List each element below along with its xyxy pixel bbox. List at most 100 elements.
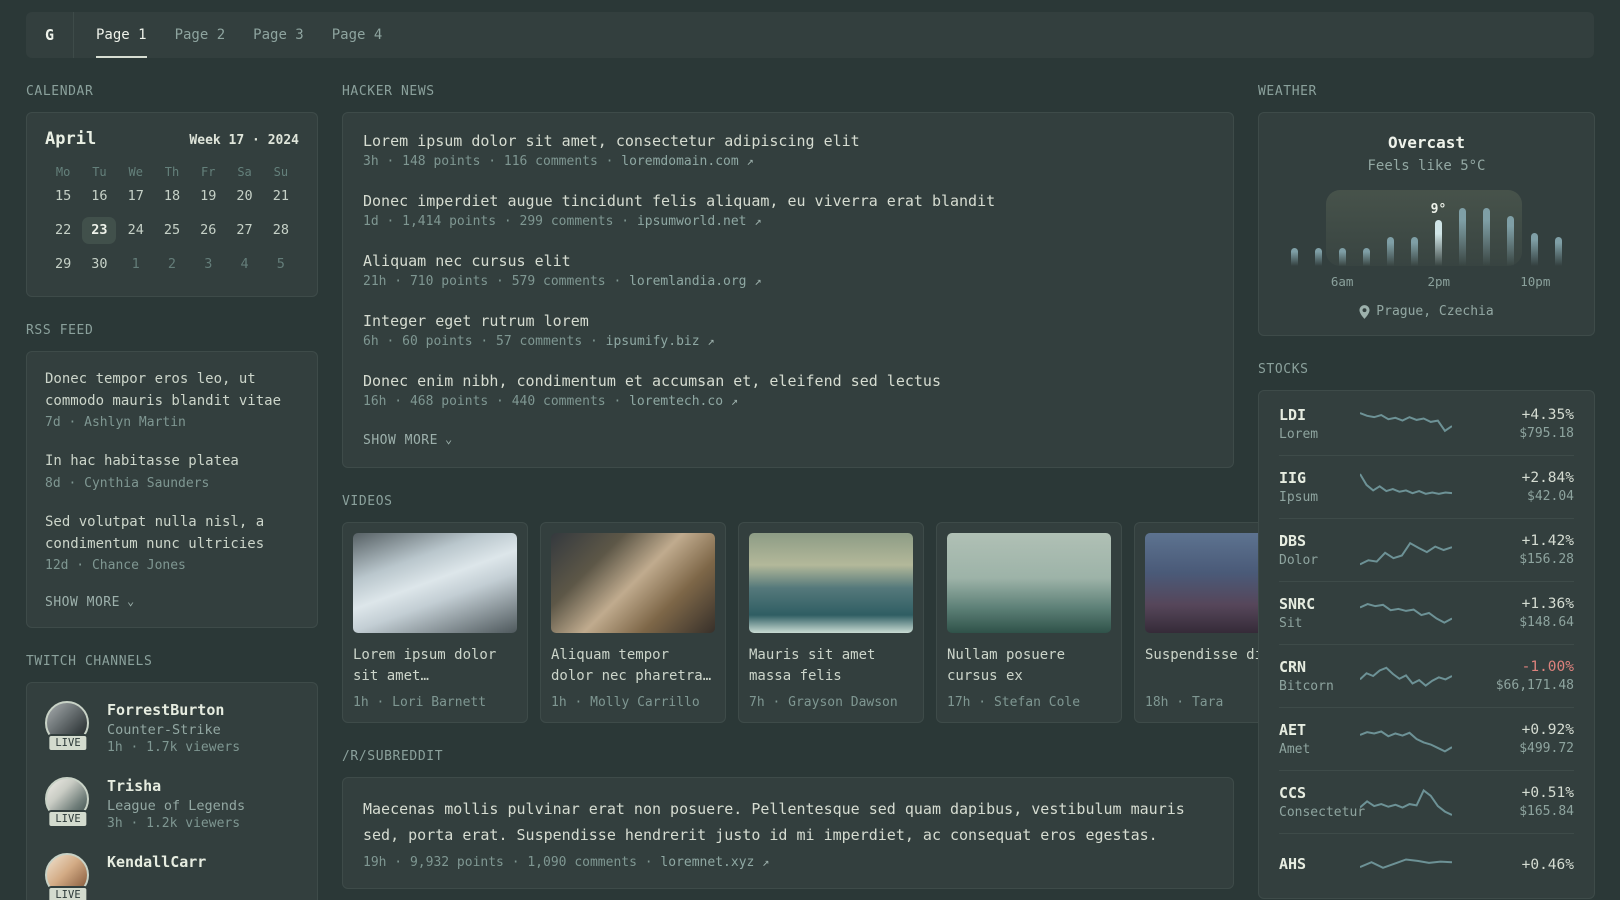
stock-price: $156.28 <box>1519 552 1574 567</box>
app-logo[interactable]: G <box>26 12 74 58</box>
video-title[interactable]: Nullam posuere cursus ex <box>947 645 1111 687</box>
calendar-day: 21 <box>272 188 289 204</box>
stock-change: +1.42% <box>1521 533 1574 549</box>
video-card[interactable]: Lorem ipsum dolor sit amet consectetu… 1… <box>342 522 528 723</box>
video-thumbnail[interactable] <box>749 533 913 633</box>
stock-name: Bitcorn <box>1279 679 1334 694</box>
hackernews-section-header: HACKER NEWS <box>342 84 435 99</box>
hackernews-item: Integer eget rutrum lorem 6h · 60 points… <box>363 312 1213 349</box>
hackernews-item-meta: 16h · 468 points · 440 comments · loremt… <box>363 394 739 409</box>
stock-row[interactable]: DBS Dolor +1.42% $156.28 <box>1279 518 1574 581</box>
stock-row[interactable]: AHS +0.46% <box>1279 833 1574 896</box>
video-card[interactable]: Suspendisse diam 18h · Tara <box>1134 522 1258 723</box>
calendar-day: 28 <box>272 222 289 238</box>
hackernews-item-title[interactable]: Aliquam nec cursus elit <box>363 252 1213 270</box>
live-badge: LIVE <box>47 734 89 753</box>
calendar-day: 27 <box>236 222 253 238</box>
hackernews-item-domain[interactable]: ipsumify.biz <box>606 334 700 349</box>
twitch-channel-game[interactable]: League of Legends <box>107 798 245 814</box>
rss-item-title[interactable]: Sed volutpat nulla nisl, a condimentum n… <box>45 512 299 555</box>
stock-change: +0.51% <box>1521 785 1574 801</box>
subreddit-post-title[interactable]: Maecenas mollis pulvinar erat non posuer… <box>363 796 1213 849</box>
video-title[interactable]: Lorem ipsum dolor sit amet consectetu… <box>353 645 517 687</box>
calendar-dow-row: Mo Tu We Th Fr Sa Su <box>45 165 299 183</box>
weather-hour-bar <box>1386 237 1394 266</box>
external-link-icon: ↗ <box>754 214 762 228</box>
twitch-channel-name[interactable]: ForrestBurton <box>107 701 240 719</box>
videos-section-header: VIDEOS <box>342 494 393 509</box>
weather-hourly-chart: 9° 6am 2pm 10pm <box>1290 190 1563 290</box>
video-card[interactable]: Mauris sit amet massa felis 7h · Grayson… <box>738 522 924 723</box>
stock-row[interactable]: SNRC Sit +1.36% $148.64 <box>1279 581 1574 644</box>
stock-row[interactable]: CCS Consectetur +0.51% $165.84 <box>1279 770 1574 833</box>
calendar-dow: Th <box>164 165 180 179</box>
twitch-channel-row[interactable]: LIVE Trisha League of Legends 3h · 1.2k … <box>45 777 299 831</box>
video-title[interactable]: Aliquam tempor dolor nec pharetra… <box>551 645 715 687</box>
stock-symbol[interactable]: IIG <box>1279 469 1350 487</box>
hackernews-item-title[interactable]: Donec imperdiet augue tincidunt felis al… <box>363 192 1213 210</box>
video-thumbnail[interactable] <box>353 533 517 633</box>
hackernews-item-title[interactable]: Lorem ipsum dolor sit amet, consectetur … <box>363 132 1213 150</box>
hackernews-show-more-button[interactable]: SHOW MORE ⌄ <box>363 433 453 449</box>
calendar-day: 15 <box>55 188 72 204</box>
twitch-channel-row[interactable]: LIVE ForrestBurton Counter-Strike 1h · 1… <box>45 701 299 755</box>
page-tab[interactable]: Page 2 <box>175 12 226 58</box>
stock-row[interactable]: CRN Bitcorn -1.00% $66,171.48 <box>1279 644 1574 707</box>
stock-symbol[interactable]: AET <box>1279 721 1350 739</box>
weather-widget: Overcast Feels like 5°C 9° 6am 2pm 10pm … <box>1258 112 1595 336</box>
hackernews-item-title[interactable]: Donec enim nibh, condimentum et accumsan… <box>363 372 1213 390</box>
stock-symbol[interactable]: AHS <box>1279 855 1350 873</box>
hackernews-item: Donec imperdiet augue tincidunt felis al… <box>363 192 1213 229</box>
page-tab[interactable]: Page 4 <box>332 12 383 58</box>
hackernews-item-domain[interactable]: loremdomain.com <box>621 154 738 169</box>
stock-sparkline <box>1360 720 1452 758</box>
external-link-icon: ↗ <box>754 274 762 288</box>
calendar-day: 3 <box>204 256 213 272</box>
calendar-dow: We <box>128 165 143 179</box>
video-card[interactable]: Aliquam tempor dolor nec pharetra… 1h · … <box>540 522 726 723</box>
weather-time-label: 2pm <box>1427 274 1451 289</box>
subreddit-post-meta: 19h · 9,932 points · 1,090 comments · lo… <box>363 854 770 870</box>
hackernews-item-title[interactable]: Integer eget rutrum lorem <box>363 312 1213 330</box>
left-column: CALENDAR April Week 17 · 2024 Mo Tu We T… <box>26 58 318 900</box>
calendar-days-grid: 15 16 17 18 19 20 21 22 23 24 25 26 27 2… <box>45 183 299 278</box>
rss-show-more-button[interactable]: SHOW MORE ⌄ <box>45 593 135 611</box>
calendar-dow: Fr <box>201 165 216 179</box>
stock-price: $42.04 <box>1527 489 1574 504</box>
video-thumbnail[interactable] <box>947 533 1111 633</box>
stock-symbol[interactable]: CCS <box>1279 784 1350 802</box>
twitch-channel-name[interactable]: KendallCarr <box>107 853 206 871</box>
video-title[interactable]: Mauris sit amet massa felis <box>749 645 913 687</box>
rss-item-title[interactable]: Donec tempor eros leo, ut commodo mauris… <box>45 369 299 412</box>
stock-symbol[interactable]: DBS <box>1279 532 1350 550</box>
video-thumbnail[interactable] <box>1145 533 1258 633</box>
hackernews-item-meta: 3h · 148 points · 116 comments · loremdo… <box>363 154 754 169</box>
page-tab[interactable]: Page 1 <box>96 12 147 58</box>
twitch-channel-game[interactable]: Counter-Strike <box>107 722 240 738</box>
rss-section-header: RSS FEED <box>26 323 94 338</box>
twitch-channel-name[interactable]: Trisha <box>107 777 245 795</box>
stock-symbol[interactable]: LDI <box>1279 406 1350 424</box>
video-title[interactable]: Suspendisse diam <box>1145 645 1258 687</box>
subreddit-post-domain[interactable]: loremnet.xyz <box>660 855 754 870</box>
video-thumbnail[interactable] <box>551 533 715 633</box>
stock-row[interactable]: LDI Lorem +4.35% $795.18 <box>1279 393 1574 455</box>
weather-section-header: WEATHER <box>1258 84 1317 99</box>
external-link-icon: ↗ <box>730 394 739 408</box>
rss-item: Sed volutpat nulla nisl, a condimentum n… <box>45 512 299 573</box>
chevron-down-icon: ⌄ <box>126 593 135 608</box>
hackernews-item-domain[interactable]: loremtech.co <box>629 394 723 409</box>
hackernews-widget: Lorem ipsum dolor sit amet, consectetur … <box>342 112 1234 468</box>
hackernews-item-domain[interactable]: ipsumworld.net <box>637 214 747 229</box>
page-tab[interactable]: Page 3 <box>253 12 304 58</box>
rss-item-title[interactable]: In hac habitasse platea <box>45 451 299 473</box>
hackernews-item-domain[interactable]: loremlandia.org <box>629 274 746 289</box>
stock-symbol[interactable]: CRN <box>1279 658 1350 676</box>
stock-row[interactable]: AET Amet +0.92% $499.72 <box>1279 707 1574 770</box>
stock-sparkline <box>1360 657 1452 695</box>
stock-row[interactable]: IIG Ipsum +2.84% $42.04 <box>1279 455 1574 518</box>
video-card[interactable]: Nullam posuere cursus ex 17h · Stefan Co… <box>936 522 1122 723</box>
stock-symbol[interactable]: SNRC <box>1279 595 1350 613</box>
rss-item: In hac habitasse platea 8d · Cynthia Sau… <box>45 451 299 491</box>
twitch-channel-row[interactable]: LIVE KendallCarr <box>45 853 299 900</box>
